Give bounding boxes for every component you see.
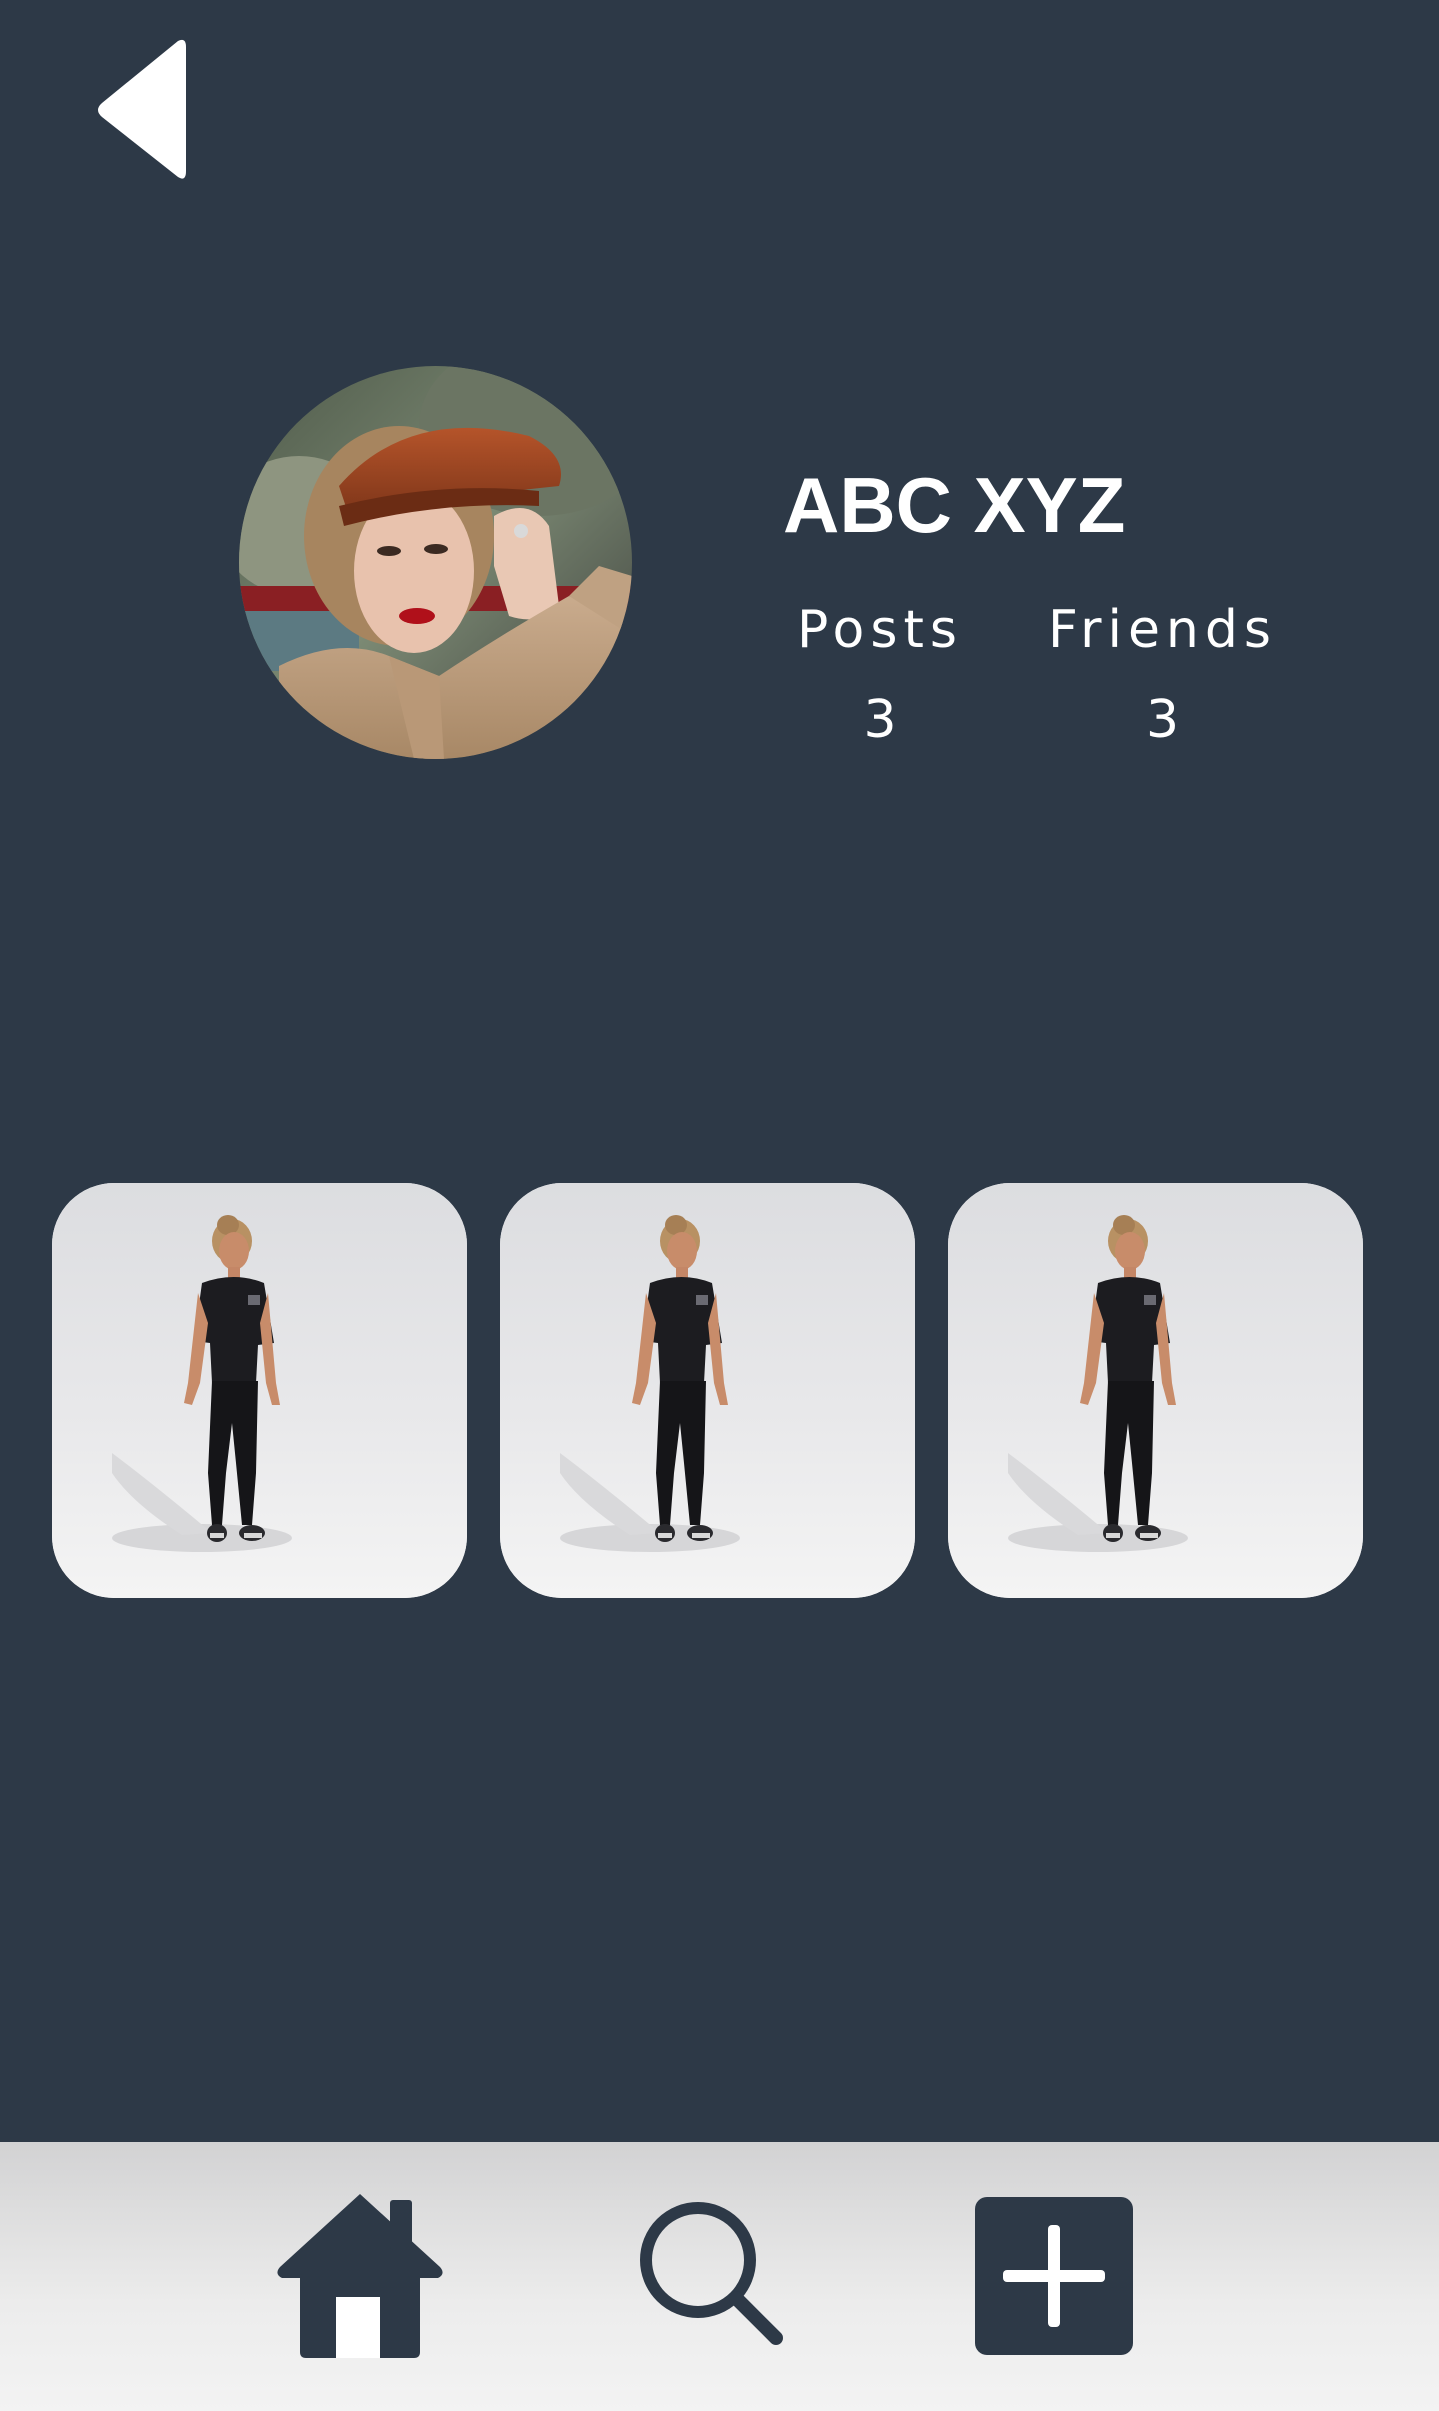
friends-stat[interactable]: Friends 3 (1035, 600, 1290, 750)
nav-home-button[interactable] (270, 2182, 450, 2362)
avatar-figure-image (52, 1183, 467, 1598)
profile-photo (239, 366, 632, 759)
search-icon (640, 2202, 783, 2345)
avatar[interactable] (239, 366, 632, 759)
friends-count: 3 (1145, 690, 1180, 750)
profile-name: ABC XYZ (783, 461, 1126, 549)
avatar-figure-image (948, 1183, 1363, 1598)
posts-count: 3 (863, 690, 897, 750)
posts-stat[interactable]: Posts 3 (775, 600, 985, 750)
add-post-icon (975, 2197, 1133, 2355)
chevron-left-icon (98, 39, 186, 179)
friends-label: Friends (1047, 600, 1277, 660)
back-button[interactable] (90, 35, 190, 185)
avatar-figure-image (500, 1183, 915, 1598)
nav-add-button[interactable] (975, 2197, 1133, 2355)
home-icon (277, 2194, 443, 2358)
post-thumbnail[interactable] (500, 1183, 915, 1598)
posts-label: Posts (797, 600, 963, 660)
post-thumbnail[interactable] (948, 1183, 1363, 1598)
post-thumbnail[interactable] (52, 1183, 467, 1598)
bottom-nav (0, 2142, 1439, 2411)
profile-screen: ABC XYZ Posts 3 Friends 3 (0, 0, 1439, 2411)
nav-search-button[interactable] (630, 2192, 790, 2352)
